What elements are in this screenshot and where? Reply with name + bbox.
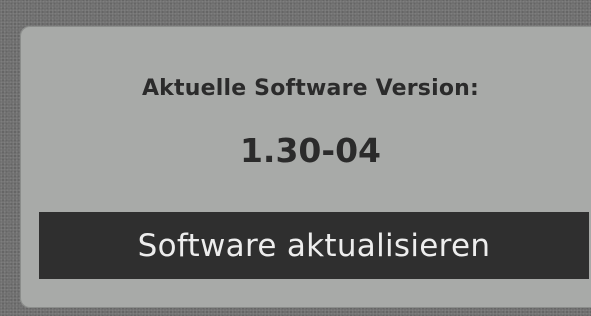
software-version-value: 1.30-04 <box>239 131 382 170</box>
software-version-label: Aktuelle Software Version: <box>141 76 480 101</box>
update-software-button[interactable]: Software aktualisieren <box>39 212 589 279</box>
software-version-panel: Aktuelle Software Version: 1.30-04 Softw… <box>20 26 591 308</box>
